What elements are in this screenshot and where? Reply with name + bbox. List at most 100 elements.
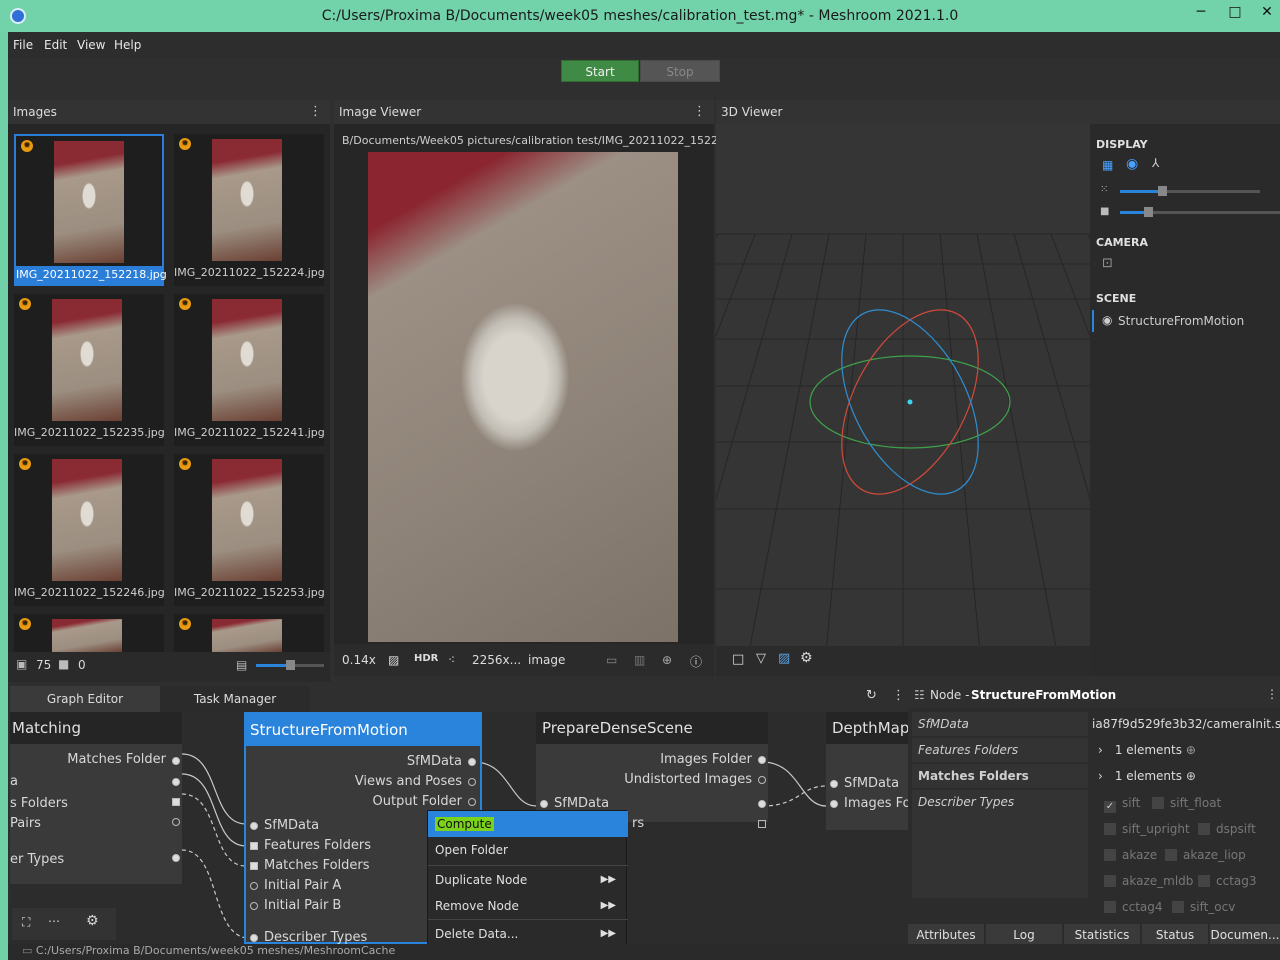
- input-pin[interactable]: [250, 862, 258, 870]
- output-pin[interactable]: [172, 757, 180, 765]
- output-pin[interactable]: [172, 818, 180, 826]
- node-matching[interactable]: Matching Matches Folder a s Folders Pair…: [10, 712, 182, 884]
- close-button[interactable]: ✕: [1254, 4, 1280, 26]
- output-pin[interactable]: [758, 820, 766, 828]
- tab-documentation[interactable]: Documen...: [1210, 924, 1280, 946]
- attr-value-matches[interactable]: › 1 elements ⊕: [1092, 764, 1196, 788]
- point-size-slider[interactable]: [1120, 186, 1260, 196]
- thumbnail-size-slider[interactable]: [256, 660, 324, 670]
- graph-settings-icon[interactable]: ⚙: [86, 913, 99, 929]
- minimize-button[interactable]: ─: [1186, 4, 1216, 26]
- tab-task-manager[interactable]: Task Manager: [160, 686, 310, 712]
- tab-log[interactable]: Log: [986, 924, 1062, 946]
- graph-menu-icon[interactable]: ⋮: [892, 688, 905, 703]
- cache-path[interactable]: C:/Users/Proxima B/Documents/week05 mesh…: [36, 944, 395, 957]
- input-pin[interactable]: [830, 780, 838, 788]
- image-viewer-menu-icon[interactable]: ⋮: [693, 104, 706, 119]
- add-icon: ⊕: [1185, 769, 1196, 783]
- fit-view-icon[interactable]: ⛶: [22, 915, 30, 930]
- menu-file[interactable]: File: [13, 38, 33, 52]
- thumbnail[interactable]: ✹ IMG_20211022_152235.jpg: [14, 294, 165, 446]
- features-icon[interactable]: ⁖: [448, 653, 455, 667]
- input-pin[interactable]: [250, 882, 258, 890]
- menu-help[interactable]: Help: [114, 38, 141, 52]
- info-icon[interactable]: ⓘ: [690, 653, 702, 670]
- output-pin[interactable]: [172, 778, 180, 786]
- output-pin[interactable]: [468, 778, 476, 786]
- output-pin[interactable]: [468, 798, 476, 806]
- eye-icon[interactable]: ◉: [1102, 313, 1112, 327]
- menu-item-remove-node[interactable]: Remove Node ▶▶: [428, 893, 628, 919]
- camera-scale-slider[interactable]: [1120, 207, 1280, 217]
- attr-value-sfmdata[interactable]: ia87f9d529fe3b32/cameraInit.sfm: [1092, 712, 1280, 736]
- output-pin[interactable]: [758, 776, 766, 784]
- menu-view[interactable]: View: [77, 38, 105, 52]
- thumbnail[interactable]: ✹: [174, 614, 324, 652]
- thumbnail[interactable]: ✹: [14, 614, 164, 652]
- globe-icon[interactable]: ⊕: [662, 653, 672, 667]
- output-pin[interactable]: [172, 854, 180, 862]
- node-input: SfMData: [264, 818, 320, 833]
- describer-checkbox[interactable]: sift_float: [1152, 796, 1221, 810]
- refresh-icon[interactable]: ↻: [866, 688, 877, 703]
- metadata-icon[interactable]: ▭: [606, 653, 617, 667]
- more-icon[interactable]: ⋯: [48, 914, 60, 928]
- image-mode[interactable]: image: [528, 653, 565, 667]
- describer-checkbox[interactable]: cctag4: [1104, 900, 1163, 914]
- input-pin[interactable]: [250, 842, 258, 850]
- describer-checkbox[interactable]: akaze_mldb: [1104, 874, 1193, 888]
- thumbnail[interactable]: ✹ IMG_20211022_152246.jpg: [14, 454, 165, 606]
- describer-checkbox[interactable]: sift_upright: [1104, 822, 1190, 836]
- axis-icon[interactable]: ⅄: [1152, 156, 1159, 170]
- tab-attributes[interactable]: Attributes: [908, 924, 984, 946]
- input-pin[interactable]: [540, 800, 548, 808]
- node-input: rs: [632, 816, 645, 831]
- settings-icon[interactable]: ⚙: [800, 650, 813, 666]
- stop-button[interactable]: Stop: [640, 60, 720, 82]
- menu-item-duplicate-node[interactable]: Duplicate Node ▶▶: [428, 867, 628, 893]
- input-pin[interactable]: [250, 934, 258, 942]
- thumbnail[interactable]: ✹ IMG_20211022_152218.jpg: [14, 134, 167, 286]
- locator-icon[interactable]: ◉: [1126, 156, 1138, 172]
- menu-edit[interactable]: Edit: [44, 38, 67, 52]
- thumbnail[interactable]: ✹ IMG_20211022_152241.jpg: [174, 294, 325, 446]
- menu-item-compute[interactable]: Compute: [428, 811, 628, 837]
- tab-graph-editor[interactable]: Graph Editor: [10, 686, 160, 712]
- tab-statistics[interactable]: Statistics: [1064, 924, 1140, 946]
- bbox-icon[interactable]: □: [732, 652, 744, 667]
- hdr-button[interactable]: HDR: [414, 653, 438, 664]
- camera-snapshot-icon[interactable]: ⊡: [1102, 256, 1113, 271]
- input-pin[interactable]: [250, 822, 258, 830]
- maximize-button[interactable]: □: [1220, 4, 1250, 26]
- input-pin[interactable]: [250, 902, 258, 910]
- describer-checkbox[interactable]: akaze_liop: [1165, 848, 1246, 862]
- menu-item-open-folder[interactable]: Open Folder: [428, 837, 628, 863]
- describer-checkbox[interactable]: cctag3: [1198, 874, 1257, 888]
- node-depthmap[interactable]: DepthMap SfMData Images Fol: [826, 712, 908, 830]
- filter-icon[interactable]: ▽: [756, 651, 766, 666]
- output-pin[interactable]: [172, 798, 180, 806]
- describer-checkbox[interactable]: ✓ sift: [1104, 796, 1140, 813]
- images-menu-icon[interactable]: ⋮: [309, 104, 322, 119]
- grid-toggle-icon[interactable]: ▨: [778, 651, 790, 666]
- scene-item[interactable]: ◉ StructureFromMotion: [1092, 310, 1280, 332]
- output-pin[interactable]: [468, 758, 476, 766]
- viewer3d-canvas[interactable]: [716, 124, 1090, 652]
- node-prepare-dense-scene[interactable]: PrepareDenseScene Images Folder Undistor…: [536, 712, 768, 831]
- image-viewer[interactable]: B/Documents/Week05 pictures/calibration …: [334, 124, 752, 676]
- thumbnail[interactable]: ✹ IMG_20211022_152253.jpg: [174, 454, 325, 606]
- attr-value-features[interactable]: › 1 elements ⊕: [1092, 738, 1196, 762]
- describer-checkbox[interactable]: dspsift: [1198, 822, 1256, 836]
- grid-icon[interactable]: ▦: [1102, 158, 1113, 172]
- describer-checkbox[interactable]: akaze: [1104, 848, 1157, 862]
- histogram-icon[interactable]: ▥: [634, 653, 645, 667]
- thumbnail[interactable]: ✹ IMG_20211022_152224.jpg: [174, 134, 325, 286]
- output-pin[interactable]: [758, 800, 766, 808]
- start-button[interactable]: Start: [561, 60, 639, 82]
- attribute-menu-icon[interactable]: ⋮: [1266, 687, 1278, 701]
- exposure-icon[interactable]: ▨: [388, 653, 399, 667]
- input-pin[interactable]: [830, 800, 838, 808]
- output-pin[interactable]: [758, 756, 766, 764]
- describer-checkbox[interactable]: sift_ocv: [1172, 900, 1235, 914]
- tab-status[interactable]: Status: [1142, 924, 1208, 946]
